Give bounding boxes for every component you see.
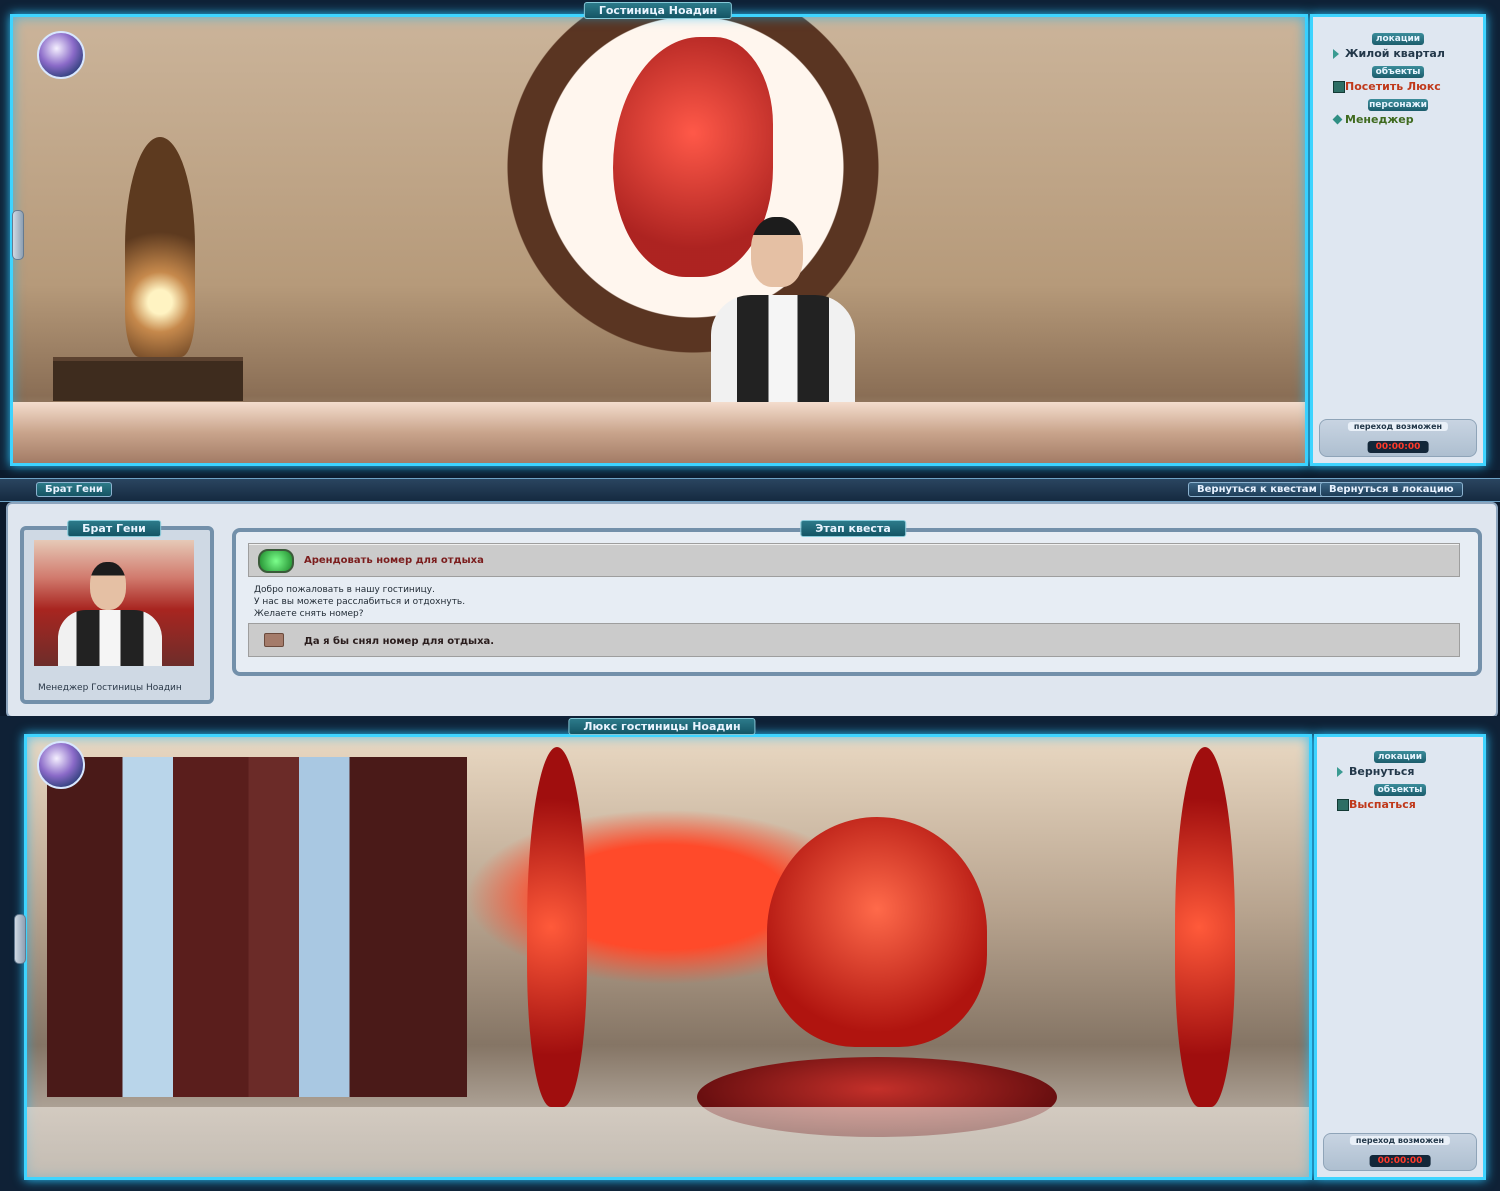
locations-section-label: локации [1374, 751, 1426, 763]
dialog-text: Добро пожаловать в нашу гостиницу. У нас… [254, 584, 465, 620]
bottom-transition-panel: переход возможен 00:00:00 [1323, 1133, 1477, 1171]
objects-section-label: объекты [1372, 66, 1424, 78]
object-link-sleep[interactable]: Выспаться [1317, 796, 1483, 813]
answer-text[interactable]: Да я бы снял номер для отдыха. [304, 636, 494, 647]
back-to-location-button[interactable]: Вернуться в локацию [1320, 482, 1463, 497]
character-link-label: Менеджер [1345, 113, 1414, 126]
portrait-caption: Менеджер Гостиницы Ноадин [38, 683, 182, 693]
red-pillar-left [527, 747, 587, 1107]
characters-section-label: персонажи [1368, 99, 1428, 111]
manager-character[interactable] [703, 217, 863, 417]
manager-head [751, 217, 803, 287]
collapse-handle-icon[interactable] [12, 210, 24, 260]
npc-portrait [34, 540, 194, 666]
object-link-label: Посетить Люкс [1345, 80, 1441, 93]
transition-label: переход возможен [1347, 422, 1449, 431]
top-location-side-panel: локации Жилой квартал объекты Посетить Л… [1310, 14, 1486, 466]
location-link-label: Жилой квартал [1345, 47, 1445, 60]
bottom-location-frame: Люкс гостиницы Ноадин локации Вернуться … [0, 716, 1500, 1191]
floor-lamp [125, 137, 195, 357]
quest-bar: Брат Гени Вернуться к квестам Вернуться … [0, 478, 1500, 502]
locations-section-label: локации [1372, 33, 1424, 45]
transition-timer: 00:00:00 [1367, 441, 1429, 453]
answer-icon [264, 633, 284, 647]
object-link-visit-lux[interactable]: Посетить Люкс [1313, 78, 1483, 95]
diamond-icon [1332, 114, 1343, 125]
top-location-scene [10, 14, 1308, 466]
double-arrow-icon [1333, 48, 1339, 59]
game-emblem-icon[interactable] [37, 741, 85, 789]
location-link-residential[interactable]: Жилой квартал [1313, 45, 1483, 62]
quest-stage-label: Этап квеста [800, 520, 906, 537]
floor [27, 1107, 1309, 1177]
portrait-title: Брат Гени [67, 520, 161, 537]
bottom-location-side-panel: локации Вернуться объекты Выспаться пере… [1314, 734, 1486, 1180]
top-transition-panel: переход возможен 00:00:00 [1319, 419, 1477, 457]
dialog-line: Желаете снять номер? [254, 609, 364, 619]
npc-tab[interactable]: Брат Гени [36, 482, 112, 497]
portrait-head [90, 562, 126, 610]
door-icon [1337, 798, 1349, 811]
manager-body [711, 295, 855, 417]
npc-portrait-frame [20, 526, 214, 704]
dialog-line: Добро пожаловать в нашу гостиницу. [254, 585, 435, 595]
transition-timer: 00:00:00 [1369, 1155, 1431, 1167]
game-emblem-icon[interactable] [37, 31, 85, 79]
objects-section-label: объекты [1374, 784, 1426, 796]
portrait-body [58, 610, 162, 666]
bottom-location-title: Люкс гостиницы Ноадин [568, 718, 756, 735]
top-location-title: Гостиница Ноадин [583, 2, 733, 19]
red-pillar-right [1175, 747, 1235, 1107]
window-curtains [47, 757, 467, 1097]
bottom-location-scene [24, 734, 1312, 1180]
location-link-label: Вернуться [1349, 765, 1415, 778]
red-rose-emblem [767, 817, 987, 1047]
object-link-label: Выспаться [1349, 798, 1416, 811]
side-table [53, 357, 243, 401]
top-location-frame: Гостиница Ноадин локации Жилой квартал о… [0, 0, 1500, 470]
collapse-handle-icon[interactable] [14, 914, 26, 964]
transition-label: переход возможен [1349, 1136, 1451, 1145]
quest-task-title: Арендовать номер для отдыха [304, 555, 484, 566]
double-arrow-icon [1337, 766, 1343, 777]
door-icon [1333, 80, 1345, 93]
back-to-quests-button[interactable]: Вернуться к квестам [1188, 482, 1326, 497]
location-link-return[interactable]: Вернуться [1317, 763, 1483, 780]
quest-task-icon [258, 549, 294, 573]
reception-counter [13, 402, 1305, 463]
character-link-manager[interactable]: Менеджер [1313, 111, 1483, 128]
dialog-line: У нас вы можете расслабиться и отдохнуть… [254, 597, 466, 607]
